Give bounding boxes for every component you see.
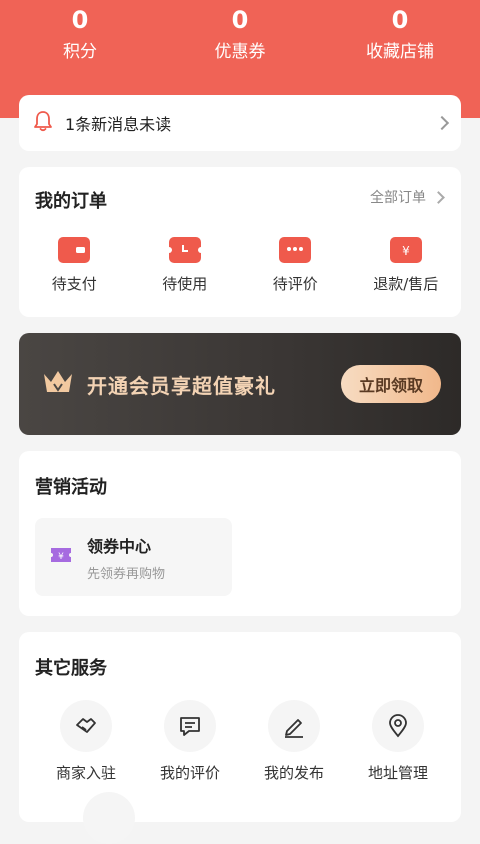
stat-coupons[interactable]: 0 优惠券 bbox=[160, 4, 320, 64]
order-label: 待使用 bbox=[162, 275, 208, 293]
chevron-right-icon bbox=[434, 115, 450, 131]
order-status-row: 待支付 待使用 待评价 ¥ 退款/售后 bbox=[19, 237, 461, 294]
services-row: 商家入驻 我的评价 我的发布 地址管理 bbox=[19, 700, 461, 783]
vip-text: 开通会员享超值豪礼 bbox=[87, 373, 276, 398]
wallet-icon bbox=[58, 237, 91, 263]
ticket-clock-icon bbox=[165, 237, 204, 263]
service-merchant-join[interactable]: 商家入驻 bbox=[35, 700, 137, 783]
stat-label: 优惠券 bbox=[214, 42, 266, 62]
service-label: 商家入驻 bbox=[55, 764, 116, 782]
comment-icon bbox=[164, 700, 216, 752]
service-label: 我的发布 bbox=[263, 764, 324, 782]
pen-icon bbox=[268, 700, 320, 752]
claim-now-button[interactable]: 立即领取 bbox=[341, 365, 441, 403]
stat-label: 收藏店铺 bbox=[366, 42, 434, 62]
order-refund[interactable]: ¥ 退款/售后 bbox=[351, 237, 462, 294]
all-orders-label: 全部订单 bbox=[370, 190, 426, 206]
order-pending-payment[interactable]: 待支付 bbox=[19, 237, 130, 294]
service-address-management[interactable]: 地址管理 bbox=[347, 700, 449, 783]
chat-dots-icon bbox=[279, 237, 312, 263]
coupon-title: 领券中心 bbox=[87, 536, 152, 556]
stat-favorite-stores[interactable]: 0 收藏店铺 bbox=[320, 4, 480, 64]
services-title: 其它服务 bbox=[35, 658, 107, 679]
marketing-card: 营销活动 ¥ 领券中心 先领券再购物 bbox=[19, 451, 461, 616]
vip-banner[interactable]: 开通会员享超值豪礼 立即领取 bbox=[19, 333, 461, 435]
service-label: 我的评价 bbox=[159, 764, 220, 782]
coupon-icon: ¥ bbox=[49, 545, 73, 569]
coupon-center[interactable]: ¥ 领券中心 先领券再购物 bbox=[35, 518, 232, 596]
orders-title: 我的订单 bbox=[35, 191, 107, 212]
order-to-review[interactable]: 待评价 bbox=[240, 237, 351, 294]
order-label: 待支付 bbox=[51, 275, 97, 293]
message-notice[interactable]: 1条新消息未读 bbox=[19, 95, 461, 151]
location-icon bbox=[372, 700, 424, 752]
marketing-title: 营销活动 bbox=[35, 477, 107, 498]
my-orders-card: 我的订单 全部订单 待支付 待使用 待评价 ¥ 退款/售后 bbox=[19, 167, 461, 317]
handshake-icon bbox=[60, 700, 112, 752]
stat-value: 0 bbox=[391, 6, 409, 34]
service-label: 地址管理 bbox=[367, 764, 428, 782]
order-to-use[interactable]: 待使用 bbox=[130, 237, 241, 294]
yen-refund-icon: ¥ bbox=[389, 237, 422, 263]
stats-row: 0 积分 0 优惠券 0 收藏店铺 bbox=[0, 4, 480, 64]
svg-text:¥: ¥ bbox=[402, 244, 410, 258]
order-label: 退款/售后 bbox=[373, 275, 439, 293]
service-my-posts[interactable]: 我的发布 bbox=[243, 700, 345, 783]
chevron-right-icon bbox=[432, 190, 445, 204]
stat-value: 0 bbox=[231, 6, 249, 34]
stat-value: 0 bbox=[71, 6, 89, 34]
notice-text: 1条新消息未读 bbox=[65, 115, 172, 134]
other-services-card: 其它服务 商家入驻 我的评价 我的发布 地址管理 bbox=[19, 632, 461, 844]
order-label: 待评价 bbox=[272, 275, 318, 293]
stat-points[interactable]: 0 积分 bbox=[0, 4, 160, 64]
svg-text:¥: ¥ bbox=[58, 552, 64, 562]
crown-icon bbox=[41, 368, 75, 400]
service-my-reviews[interactable]: 我的评价 bbox=[139, 700, 241, 783]
coupon-subtitle: 先领券再购物 bbox=[87, 566, 166, 582]
all-orders-link[interactable]: 全部订单 bbox=[370, 187, 445, 207]
stat-label: 积分 bbox=[63, 42, 97, 62]
bell-icon bbox=[33, 110, 53, 136]
